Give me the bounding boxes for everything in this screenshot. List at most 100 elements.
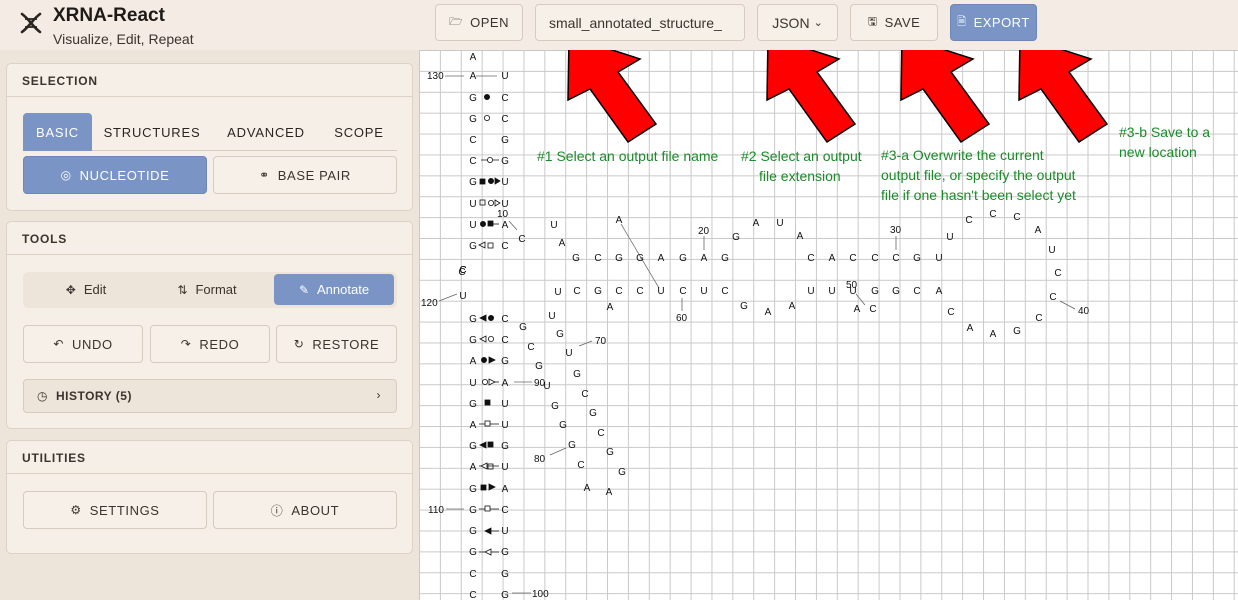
nucleotide-button[interactable]: ◎ NUCLEOTIDE (23, 156, 207, 194)
svg-text:G: G (636, 253, 644, 264)
tab-structures[interactable]: STRUCTURES (102, 113, 202, 151)
open-button[interactable]: 🗁 OPEN (435, 4, 523, 41)
svg-text:C: C (807, 253, 814, 264)
svg-text:U: U (501, 399, 508, 410)
svg-text:C: C (1049, 292, 1056, 303)
annotation-3b-line1: #3-b Save to a (1119, 124, 1210, 140)
svg-text:C: C (871, 253, 878, 264)
tab-scope[interactable]: SCOPE (328, 113, 390, 151)
save-button[interactable]: 🖫 SAVE (850, 4, 938, 41)
svg-text:G: G (573, 369, 581, 380)
svg-text:G: G (594, 286, 602, 297)
link-icon: ⚭ (259, 168, 270, 182)
svg-text:C: C (1035, 313, 1042, 324)
svg-text:U: U (828, 286, 835, 297)
structure-canvas[interactable]: 130 10 20 30 120 60 50 40 70 90 80 110 1… (419, 50, 1238, 600)
svg-text:U: U (548, 311, 555, 322)
svg-text:C: C (469, 135, 476, 146)
about-button[interactable]: ⓘ ABOUT (213, 491, 397, 529)
svg-text:C: C (527, 342, 534, 353)
num-40: 40 (1078, 306, 1090, 317)
svg-text:U: U (807, 286, 814, 297)
base-pair-button[interactable]: ⚭ BASE PAIR (213, 156, 397, 194)
svg-text:G: G (469, 114, 477, 125)
svg-text:A: A (470, 356, 477, 367)
svg-text:C: C (501, 335, 508, 346)
file-name-input[interactable]: small_annotated_structure_ (535, 4, 745, 41)
tool-mode-switch: ✥ Edit ⇅ Format ✎ Annotate (23, 272, 397, 308)
mode-edit-label: Edit (83, 282, 107, 297)
svg-text:G: G (913, 253, 921, 264)
svg-text:A: A (616, 215, 623, 226)
svg-text:U: U (550, 220, 557, 231)
about-label: ABOUT (291, 502, 340, 518)
svg-text:C: C (581, 389, 588, 400)
num-70: 70 (595, 336, 607, 347)
svg-text:A: A (559, 238, 566, 249)
svg-text:A: A (658, 253, 665, 264)
svg-text:G: G (501, 356, 509, 367)
svg-text:G: G (556, 329, 564, 340)
sidebar: SELECTION BASIC STRUCTURES ADVANCED SCOP… (0, 50, 419, 600)
svg-text:C: C (469, 156, 476, 167)
tab-basic[interactable]: BASIC (23, 113, 92, 151)
chevron-right-icon: › (376, 388, 381, 402)
selection-tabs: BASIC STRUCTURES ADVANCED SCOPE (23, 113, 397, 151)
svg-text:G: G (501, 135, 509, 146)
svg-text:G: G (501, 441, 509, 452)
mode-format-label: Format (195, 282, 237, 297)
svg-text:C: C (469, 569, 476, 580)
svg-text:C: C (849, 253, 856, 264)
svg-text:G: G (606, 447, 614, 458)
format-icon: ⇅ (177, 282, 188, 297)
svg-text:C: C (1013, 212, 1020, 223)
svg-text:U: U (565, 348, 572, 359)
info-icon: ⓘ (270, 503, 284, 518)
annotation-2-line2: file extension (759, 168, 841, 184)
history-button[interactable]: ◷ HISTORY (5) › (23, 379, 397, 413)
undo-button[interactable]: ↶ UNDO (23, 325, 143, 363)
svg-text:C: C (469, 590, 476, 600)
svg-text:A: A (753, 218, 760, 229)
svg-text:C: C (615, 286, 622, 297)
red-arrows (567, 50, 1109, 144)
svg-text:U: U (459, 291, 466, 302)
svg-text:A: A (470, 420, 477, 431)
selection-title: SELECTION (7, 64, 412, 97)
svg-text:G: G (469, 505, 477, 516)
tab-advanced[interactable]: ADVANCED (220, 113, 312, 151)
annotation-1: #1 Select an output file name (537, 148, 719, 164)
save-label: SAVE (884, 15, 921, 30)
svg-text:U: U (501, 420, 508, 431)
redo-button[interactable]: ↷ REDO (150, 325, 270, 363)
settings-button[interactable]: ⚙ SETTINGS (23, 491, 207, 529)
svg-text:U: U (501, 71, 508, 82)
rna-structure-drawing[interactable]: 130 10 20 30 120 60 50 40 70 90 80 110 1… (419, 50, 1238, 600)
svg-text:C: C (501, 314, 508, 325)
mode-annotate[interactable]: ✎ Annotate (274, 274, 394, 305)
history-icon: ◷ (37, 389, 48, 403)
restore-button[interactable]: ↻ RESTORE (276, 325, 397, 363)
svg-text:C: C (577, 460, 584, 471)
svg-text:G: G (679, 253, 687, 264)
file-extension-select[interactable]: JSON ⌄ (757, 4, 838, 41)
open-label: OPEN (470, 15, 509, 30)
tools-title: TOOLS (7, 222, 412, 255)
chevron-down-icon: ⌄ (813, 17, 823, 29)
svg-text:U: U (469, 199, 476, 210)
annotation-3a-line3: file if one hasn't been select yet (881, 187, 1076, 203)
undo-icon: ↶ (53, 337, 64, 351)
export-button[interactable]: 🗎 EXPORT (950, 4, 1037, 41)
mode-format[interactable]: ⇅ Format (148, 274, 266, 305)
history-label: HISTORY (5) (55, 389, 132, 403)
svg-text:U: U (1048, 245, 1055, 256)
svg-text:U: U (700, 286, 707, 297)
arrow-3a-icon (900, 50, 991, 144)
svg-text:C: C (636, 286, 643, 297)
mode-edit[interactable]: ✥ Edit (27, 274, 145, 305)
svg-text:G: G (469, 441, 477, 452)
svg-text:G: G (469, 335, 477, 346)
num-130: 130 (427, 71, 444, 82)
svg-text:C: C (459, 265, 466, 276)
svg-text:A: A (502, 484, 509, 495)
